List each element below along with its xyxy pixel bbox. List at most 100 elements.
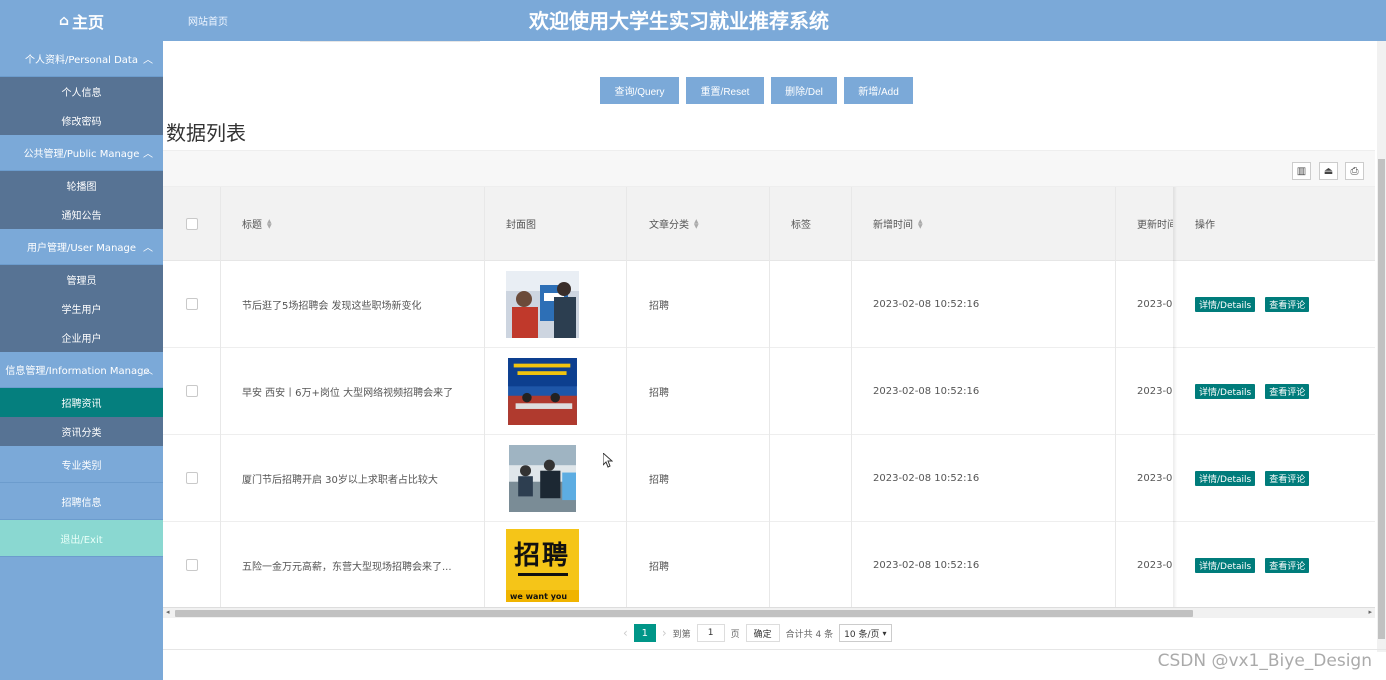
details-button[interactable]: 详情/Details (1195, 296, 1256, 312)
submenu-public: 轮播图 通知公告 (0, 171, 163, 229)
row-actions: 详情/Details 查看评论 (1195, 261, 1310, 347)
print-icon[interactable]: ⎙ (1345, 162, 1364, 180)
cover-image (506, 261, 579, 347)
view-comments-button[interactable]: 查看评论 (1265, 296, 1310, 312)
sort-icon[interactable]: ▲ ▼ (918, 218, 923, 229)
current-page[interactable]: 1 (633, 624, 656, 642)
chevron-down-icon: ▾ (882, 628, 887, 638)
row-title: 五险一金万元高薪，东营大型现场招聘会来了... (242, 561, 452, 573)
cover-image: 招聘 we want you (506, 522, 579, 608)
row-category: 招聘 (649, 561, 669, 573)
row-updated-time: 2023-02- (1137, 298, 1173, 310)
sidebar-item-news-category[interactable]: 资讯分类 (0, 417, 163, 446)
menu-group-information[interactable]: 信息管理/Information Manage ︿ (0, 352, 163, 388)
row-actions: 详情/Details 查看评论 (1195, 522, 1310, 608)
sidebar-item-companies[interactable]: 企业用户 (0, 323, 163, 352)
sidebar-item-job-info[interactable]: 招聘信息 (0, 483, 163, 520)
row-title: 早安 西安丨6万+岗位 大型网络视频招聘会来了 (242, 387, 454, 399)
delete-button[interactable]: 删除/Del (771, 77, 837, 104)
confirm-page-button[interactable]: 确定 (745, 624, 780, 642)
row-checkbox[interactable] (186, 261, 198, 347)
row-checkbox[interactable] (186, 435, 198, 521)
sidebar-item-admin[interactable]: 管理员 (0, 265, 163, 294)
scroll-right-icon[interactable]: ▸ (1368, 608, 1372, 616)
sidebar-item-carousel[interactable]: 轮播图 (0, 171, 163, 200)
page-number-input[interactable]: 1 (696, 624, 725, 642)
column-divider (220, 187, 221, 607)
sidebar-item-notices[interactable]: 通知公告 (0, 200, 163, 229)
submenu-personal: 个人信息 修改密码 (0, 77, 163, 135)
column-divider (1115, 187, 1116, 607)
sidebar-item-majors[interactable]: 专业类别 (0, 446, 163, 483)
next-page-icon[interactable]: › (662, 626, 667, 640)
row-updated-time: 2023-02- (1137, 385, 1173, 397)
columns-filter-icon[interactable]: ▥ (1292, 162, 1311, 180)
list-title: 数据列表 (166, 121, 246, 145)
sidebar-item-recruitment-news[interactable]: 招聘资讯 (0, 388, 163, 417)
mouse-cursor-icon (603, 453, 613, 468)
export-icon[interactable]: ⏏ (1319, 162, 1338, 180)
view-comments-button[interactable]: 查看评论 (1265, 470, 1310, 486)
menu-group-personal[interactable]: 个人资料/Personal Data ︿ (0, 41, 163, 77)
details-button[interactable]: 详情/Details (1195, 557, 1256, 573)
menu-group-public[interactable]: 公共管理/Public Manage ︿ (0, 135, 163, 171)
cover-image (506, 435, 579, 521)
horizontal-scrollbar[interactable]: ◂ ▸ (163, 607, 1375, 618)
view-comments-button[interactable]: 查看评论 (1265, 383, 1310, 399)
reset-button[interactable]: 重置/Reset (686, 77, 764, 104)
column-divider (484, 187, 485, 607)
column-divider (769, 187, 770, 607)
sidebar-item-personal-info[interactable]: 个人信息 (0, 77, 163, 106)
query-button[interactable]: 查询/Query (600, 77, 679, 104)
goto-label: 到第 (672, 629, 691, 640)
page-size-select[interactable]: 10 条/页 ▾ (839, 624, 892, 642)
sidebar: 个人资料/Personal Data ︿ 个人信息 修改密码 公共管理/Publ… (0, 41, 163, 680)
details-button[interactable]: 详情/Details (1195, 383, 1256, 399)
prev-page-icon[interactable]: ‹ (623, 626, 628, 640)
cover-image (506, 348, 579, 434)
add-button[interactable]: 新增/Add (844, 77, 913, 104)
top-bar: ⌂ 主页 网站首页 欢迎使用大学生实习就业推荐系统 (0, 0, 1386, 41)
sort-icon[interactable]: ▲ ▼ (694, 218, 699, 229)
submenu-users: 管理员 学生用户 企业用户 (0, 265, 163, 352)
menu-group-users[interactable]: 用户管理/User Manage ︿ (0, 229, 163, 265)
row-category: 招聘 (649, 300, 669, 312)
chevron-up-icon: ︿ (143, 149, 153, 160)
column-header-title[interactable]: 标题 ▲ ▼ (242, 187, 272, 260)
fixed-column-shadow (1173, 187, 1177, 607)
app-title: 欢迎使用大学生实习就业推荐系统 (529, 9, 829, 33)
row-actions: 详情/Details 查看评论 (1195, 435, 1310, 521)
sidebar-item-students[interactable]: 学生用户 (0, 294, 163, 323)
sidebar-item-change-password[interactable]: 修改密码 (0, 106, 163, 135)
view-comments-button[interactable]: 查看评论 (1265, 557, 1310, 573)
watermark: CSDN @vx1_Biye_Design (1157, 651, 1372, 671)
row-created-time: 2023-02-08 10:52:16 (873, 559, 980, 571)
search-field-underline (300, 41, 480, 42)
sidebar-item-exit[interactable]: 退出/Exit (0, 520, 163, 557)
row-title: 厦门节后招聘开启 30岁以上求职者占比较大 (242, 474, 438, 486)
pagination: ‹ 1 › 到第 1 页 确定 合计共 4 条 10 条/页 ▾ (623, 624, 892, 642)
row-actions: 详情/Details 查看评论 (1195, 348, 1310, 434)
scroll-left-icon[interactable]: ◂ (166, 608, 170, 616)
menu-group-label: 个人资料/Personal Data (25, 55, 138, 66)
poster-subtitle: we want you (510, 591, 568, 601)
row-checkbox[interactable] (186, 348, 198, 434)
row-updated-time: 2023-02- (1137, 472, 1173, 484)
details-button[interactable]: 详情/Details (1195, 470, 1256, 486)
vertical-scroll-thumb[interactable] (1378, 159, 1385, 639)
column-header-category[interactable]: 文章分类 ▲ ▼ (649, 187, 699, 260)
row-created-time: 2023-02-08 10:52:16 (873, 298, 980, 310)
action-buttons: 查询/Query 重置/Reset 删除/Del 新增/Add (600, 77, 913, 104)
vertical-scrollbar[interactable] (1377, 41, 1386, 652)
row-title: 节后逛了5场招聘会 发现这些职场新变化 (242, 300, 422, 312)
select-all-checkbox[interactable] (186, 187, 198, 260)
row-updated-time: 2023-02- (1137, 559, 1173, 571)
page-unit: 页 (730, 629, 740, 640)
sort-icon[interactable]: ▲ ▼ (267, 218, 272, 229)
chevron-up-icon: ︿ (143, 55, 153, 66)
menu-group-label: 公共管理/Public Manage (23, 149, 140, 160)
column-header-created[interactable]: 新增时间 ▲ ▼ (873, 187, 923, 260)
row-checkbox[interactable] (186, 522, 198, 608)
total-count: 合计共 4 条 (785, 629, 834, 640)
horizontal-scroll-thumb[interactable] (175, 610, 1193, 617)
